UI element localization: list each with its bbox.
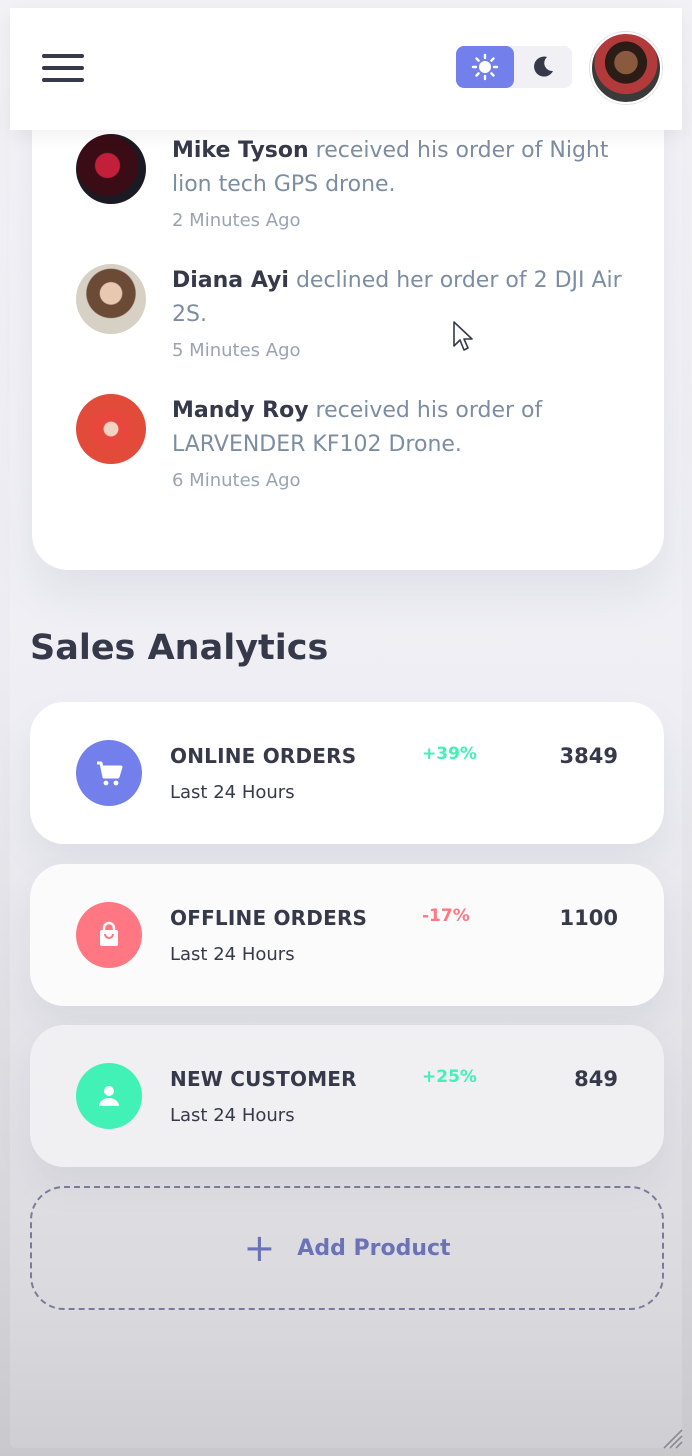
- sales-card-percent: -17%: [422, 906, 470, 926]
- avatar: [76, 394, 146, 464]
- sales-card-value: 849: [574, 1067, 618, 1091]
- sales-card-new-customer[interactable]: NEW CUSTOMER Last 24 Hours +25% 849: [30, 1025, 664, 1167]
- sales-card-title: OFFLINE ORDERS: [170, 906, 368, 930]
- shopping-cart-icon: [76, 740, 142, 806]
- plus-icon: +: [243, 1226, 276, 1270]
- update-time: 2 Minutes Ago: [172, 210, 301, 231]
- hamburger-menu-icon[interactable]: [42, 54, 84, 84]
- update-text: Mandy Roy received his order of LARVENDE…: [172, 394, 632, 462]
- sales-card-value: 3849: [559, 744, 618, 768]
- sales-card-value: 1100: [559, 906, 618, 930]
- theme-toggle[interactable]: [456, 46, 572, 88]
- add-product-label: Add Product: [297, 1235, 451, 1261]
- top-bar: [10, 8, 682, 130]
- update-user-name: Diana Ayi: [172, 268, 289, 293]
- shopping-bag-icon: [76, 902, 142, 968]
- sales-card-subtitle: Last 24 Hours: [170, 1105, 295, 1126]
- update-text: Diana Ayi declined her order of 2 DJI Ai…: [172, 264, 632, 332]
- mouse-cursor-icon: [453, 321, 473, 351]
- sales-card-percent: +25%: [422, 1067, 477, 1087]
- profile-avatar[interactable]: [590, 32, 662, 104]
- sales-card-percent: +39%: [422, 744, 477, 764]
- update-user-name: Mandy Roy: [172, 398, 309, 423]
- avatar: [76, 134, 146, 204]
- resize-grip-icon[interactable]: [660, 1426, 684, 1450]
- update-text: Mike Tyson received his order of Night l…: [172, 134, 632, 202]
- update-user-name: Mike Tyson: [172, 138, 309, 163]
- sales-card-subtitle: Last 24 Hours: [170, 782, 295, 803]
- sales-card-online-orders[interactable]: ONLINE ORDERS Last 24 Hours +39% 3849: [30, 702, 664, 844]
- sun-icon[interactable]: [456, 46, 514, 88]
- sales-card-title: ONLINE ORDERS: [170, 744, 357, 768]
- moon-icon[interactable]: [514, 46, 572, 88]
- sales-analytics-title: Sales Analytics: [30, 628, 329, 668]
- add-product-button[interactable]: + Add Product: [30, 1186, 664, 1310]
- sales-card-offline-orders[interactable]: OFFLINE ORDERS Last 24 Hours -17% 1100: [30, 864, 664, 1006]
- avatar: [76, 264, 146, 334]
- sales-card-title: NEW CUSTOMER: [170, 1067, 357, 1091]
- update-time: 6 Minutes Ago: [172, 470, 301, 491]
- sales-card-subtitle: Last 24 Hours: [170, 944, 295, 965]
- person-icon: [76, 1063, 142, 1129]
- recent-updates-card: Mike Tyson received his order of Night l…: [32, 60, 664, 570]
- update-time: 5 Minutes Ago: [172, 340, 301, 361]
